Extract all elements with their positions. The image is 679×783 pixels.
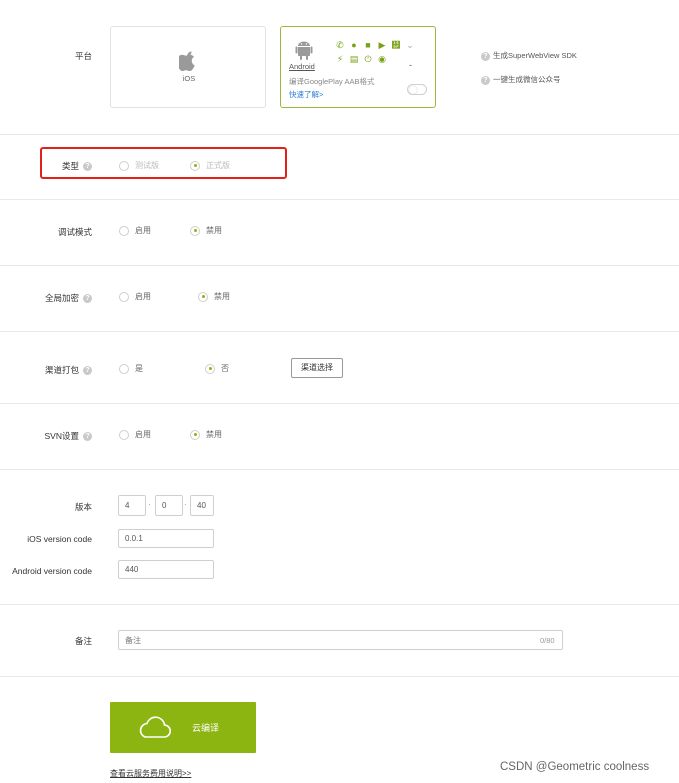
version-label: 版本	[74, 502, 92, 512]
phone-icon: ✆	[336, 40, 344, 50]
svn-option-disable[interactable]: 禁用	[190, 429, 222, 440]
android-icon	[295, 41, 313, 60]
location-icon: ●	[351, 40, 357, 50]
divider	[0, 676, 679, 677]
svn-label: SVN设置?	[40, 430, 92, 442]
power-icon: ⏻	[364, 54, 372, 64]
remark-counter: 0/80	[540, 636, 555, 645]
chevron-down-icon: ⌄	[406, 40, 414, 50]
cloud-compile-button[interactable]: 云编译	[110, 702, 256, 753]
encrypt-option-disable[interactable]: 禁用	[198, 291, 230, 302]
camera-icon: ▶	[378, 40, 386, 50]
type-option-release[interactable]: 正式版	[190, 160, 230, 171]
svn-option-enable[interactable]: 启用	[119, 429, 151, 440]
help-icon: ?	[83, 366, 92, 376]
android-permission-icons-row1: ✆ ● ■ ▶ ᚟ ⌄	[333, 40, 417, 51]
bluetooth-icon: ᚟	[391, 40, 401, 50]
android-label: Android	[289, 62, 315, 71]
channel-label: 渠道打包?	[40, 364, 92, 376]
file-icon: ▤	[349, 54, 359, 64]
flash-icon: ⚡	[336, 54, 344, 64]
channel-option-yes[interactable]: 是	[119, 363, 143, 374]
version-patch-input[interactable]	[190, 495, 214, 516]
contact-icon: ■	[365, 40, 371, 50]
type-label: 类型?	[40, 160, 92, 172]
debug-option-enable[interactable]: 启用	[119, 225, 151, 236]
divider	[0, 265, 679, 266]
channel-select-button[interactable]: 渠道选择	[291, 358, 343, 378]
ios-label: iOS	[182, 74, 196, 83]
ios-version-code-input[interactable]	[118, 529, 214, 548]
wechat-option[interactable]: ? 一键生成微信公众号	[481, 74, 561, 85]
type-option-test[interactable]: 测试版	[119, 160, 159, 171]
divider	[0, 604, 679, 605]
cloud-icon	[139, 716, 172, 738]
channel-option-no[interactable]: 否	[205, 363, 229, 374]
android-dash: -	[409, 60, 412, 70]
help-icon: ?	[83, 294, 92, 304]
help-icon: ?	[481, 75, 490, 85]
divider	[0, 134, 679, 135]
divider	[0, 199, 679, 200]
divider	[0, 331, 679, 332]
watermark: CSDN @Geometric coolness	[500, 761, 650, 773]
aab-note: 编译GooglePlay AAB格式	[289, 77, 375, 86]
android-version-code-input[interactable]	[118, 560, 214, 579]
ios-version-code-label: iOS version code	[27, 534, 92, 544]
version-separator: ·	[148, 500, 151, 509]
divider	[0, 403, 679, 404]
aab-toggle[interactable]	[407, 84, 427, 95]
version-minor-input[interactable]	[155, 495, 183, 516]
sdk-option[interactable]: ? 生成SuperWebView SDK	[481, 50, 577, 61]
platform-label: 平台	[74, 51, 92, 61]
debug-label: 调试模式	[57, 227, 92, 237]
help-icon: ?	[83, 432, 92, 442]
divider	[0, 469, 679, 470]
ios-platform-card[interactable]: iOS	[110, 26, 266, 108]
help-icon: ?	[83, 162, 92, 172]
encrypt-option-enable[interactable]: 启用	[119, 291, 151, 302]
remark-label: 备注	[74, 636, 92, 646]
android-version-code-label: Android version code	[12, 566, 92, 576]
version-major-input[interactable]	[118, 495, 146, 516]
help-icon: ?	[481, 51, 490, 61]
version-separator: ·	[184, 500, 187, 509]
mic-icon: ◉	[378, 54, 386, 64]
encrypt-label: 全局加密?	[40, 292, 92, 304]
debug-option-disable[interactable]: 禁用	[190, 225, 222, 236]
learn-more-link[interactable]: 快速了解>	[289, 89, 323, 100]
remark-input[interactable]	[118, 630, 563, 650]
fee-info-link[interactable]: 查看云服务费用说明>>	[110, 768, 191, 779]
compile-label: 云编译	[192, 723, 220, 733]
android-platform-card[interactable]: Android ✆ ● ■ ▶ ᚟ ⌄ ⚡ ▤ ⏻ ◉ - 编译GooglePlay AAB格式…	[280, 26, 436, 108]
android-permission-icons-row2: ⚡ ▤ ⏻ ◉	[333, 54, 389, 65]
apple-icon	[179, 51, 195, 71]
